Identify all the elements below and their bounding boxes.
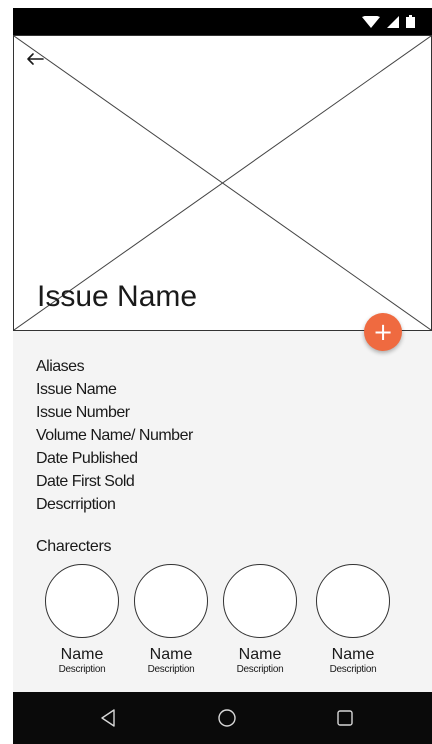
character-avatar (223, 564, 297, 638)
battery-icon (406, 15, 415, 28)
status-icons (362, 8, 432, 35)
character-description: Description (58, 664, 106, 675)
character-name: Name (238, 646, 282, 663)
character-description: Description (236, 664, 284, 675)
hero-image: Issue Name (13, 35, 432, 331)
detail-issue-name: Issue Name (36, 381, 117, 398)
arrow-left-icon (27, 53, 44, 65)
status-bar (13, 8, 432, 35)
character-name: Name (60, 646, 104, 663)
nav-back-button[interactable] (88, 692, 128, 744)
detail-date-published: Date Published (36, 450, 138, 467)
back-triangle-icon (101, 709, 115, 727)
detail-description: Descrription (36, 496, 116, 513)
back-button[interactable] (24, 48, 46, 70)
character-avatar (45, 564, 119, 638)
plus-icon: + (372, 318, 394, 346)
detail-issue-number: Issue Number (36, 404, 130, 421)
character-name: Name (331, 646, 375, 663)
character-avatar (316, 564, 390, 638)
recents-square-icon (337, 710, 353, 726)
nav-home-button[interactable] (207, 692, 247, 744)
character-description: Description (329, 664, 377, 675)
issue-details: Aliases Issue Name Issue Number Volume N… (36, 355, 193, 516)
character-card[interactable]: Name Description (37, 564, 127, 676)
characters-list: Name Description Name Description Name D… (13, 564, 432, 696)
character-description: Description (147, 664, 195, 675)
wifi-icon (362, 15, 380, 28)
character-card[interactable]: Name Description (308, 564, 398, 676)
add-button[interactable]: + (364, 313, 402, 351)
phone-screen: Issue Name + Aliases Issue Name Issue Nu… (13, 8, 432, 744)
characters-title: Charecters (36, 538, 112, 555)
signal-icon (387, 15, 399, 28)
character-card[interactable]: Name Description (215, 564, 305, 676)
nav-recents-button[interactable] (325, 692, 365, 744)
detail-volume: Volume Name/ Number (36, 427, 193, 444)
navigation-bar (13, 692, 432, 744)
character-name: Name (149, 646, 193, 663)
character-card[interactable]: Name Description (126, 564, 216, 676)
home-circle-icon (218, 709, 236, 727)
detail-aliases: Aliases (36, 358, 85, 375)
page-title: Issue Name (37, 280, 198, 313)
detail-date-first-sold: Date First Sold (36, 473, 135, 490)
character-avatar (134, 564, 208, 638)
